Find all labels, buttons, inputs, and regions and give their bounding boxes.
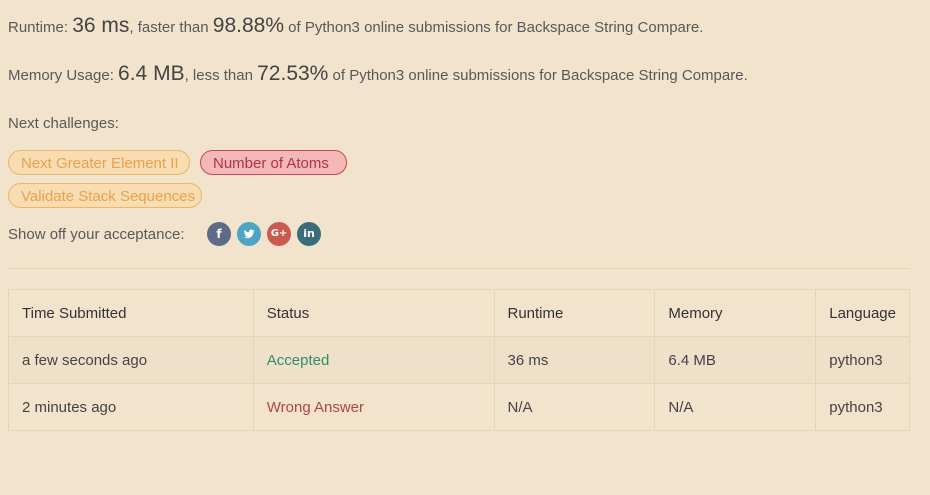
linkedin-icon[interactable]: in [297,222,321,246]
column-header-memory[interactable]: Memory [654,289,817,337]
cell-time-submitted: a few seconds ago [8,336,254,384]
cell-memory: N/A [654,383,817,431]
memory-mid-text: , less than [184,67,258,84]
next-challenges-label: Next challenges: [8,115,119,132]
challenge-chip-next-greater-element-ii[interactable]: Next Greater Element II [8,150,190,175]
column-header-runtime[interactable]: Runtime [493,289,656,337]
cell-memory: 6.4 MB [654,336,817,384]
cell-language: python3 [815,336,910,384]
cell-runtime: 36 ms [493,336,656,384]
share-label: Show off your acceptance: [8,226,185,243]
runtime-summary: Runtime: 36 ms, faster than 98.88% of Py… [8,14,703,38]
memory-percentile: 72.53% [257,62,329,85]
twitter-bird-glyph [243,229,255,239]
status-link-accepted[interactable]: Accepted [267,352,330,369]
column-header-time-submitted[interactable]: Time Submitted [8,289,254,337]
memory-label: Memory Usage: [8,67,119,84]
facebook-icon[interactable]: f [207,222,231,246]
column-header-status[interactable]: Status [252,289,495,337]
cell-status: Wrong Answer [252,383,495,431]
cell-language: python3 [815,383,910,431]
memory-summary: Memory Usage: 6.4 MB, less than 72.53% o… [8,62,748,86]
runtime-mid-text: , faster than [129,19,213,36]
runtime-suffix: of Python3 online submissions for Backsp… [284,19,704,36]
memory-value: 6.4 MB [118,62,185,85]
status-link-wrong-answer[interactable]: Wrong Answer [267,399,364,416]
column-header-language[interactable]: Language [815,289,910,337]
challenge-chip-number-of-atoms[interactable]: Number of Atoms [200,150,347,175]
cell-status: Accepted [252,336,495,384]
table-row: a few seconds ago Accepted 36 ms 6.4 MB … [8,336,910,384]
cell-time-submitted: 2 minutes ago [8,383,254,431]
memory-suffix: of Python3 online submissions for Backsp… [328,67,748,84]
table-row: 2 minutes ago Wrong Answer N/A N/A pytho… [8,383,910,431]
table-header-row: Time Submitted Status Runtime Memory Lan… [8,289,910,337]
runtime-label: Runtime: [8,19,73,36]
cell-runtime: N/A [493,383,656,431]
section-divider [8,268,910,269]
runtime-value: 36 ms [72,14,130,37]
submissions-table: Time Submitted Status Runtime Memory Lan… [8,289,910,431]
google-plus-icon[interactable]: G+ [267,222,291,246]
runtime-percentile: 98.88% [212,14,285,37]
challenge-chip-validate-stack-sequences[interactable]: Validate Stack Sequences [8,183,202,208]
twitter-icon[interactable] [237,222,261,246]
submission-result-panel: Runtime: 36 ms, faster than 98.88% of Py… [0,0,930,495]
